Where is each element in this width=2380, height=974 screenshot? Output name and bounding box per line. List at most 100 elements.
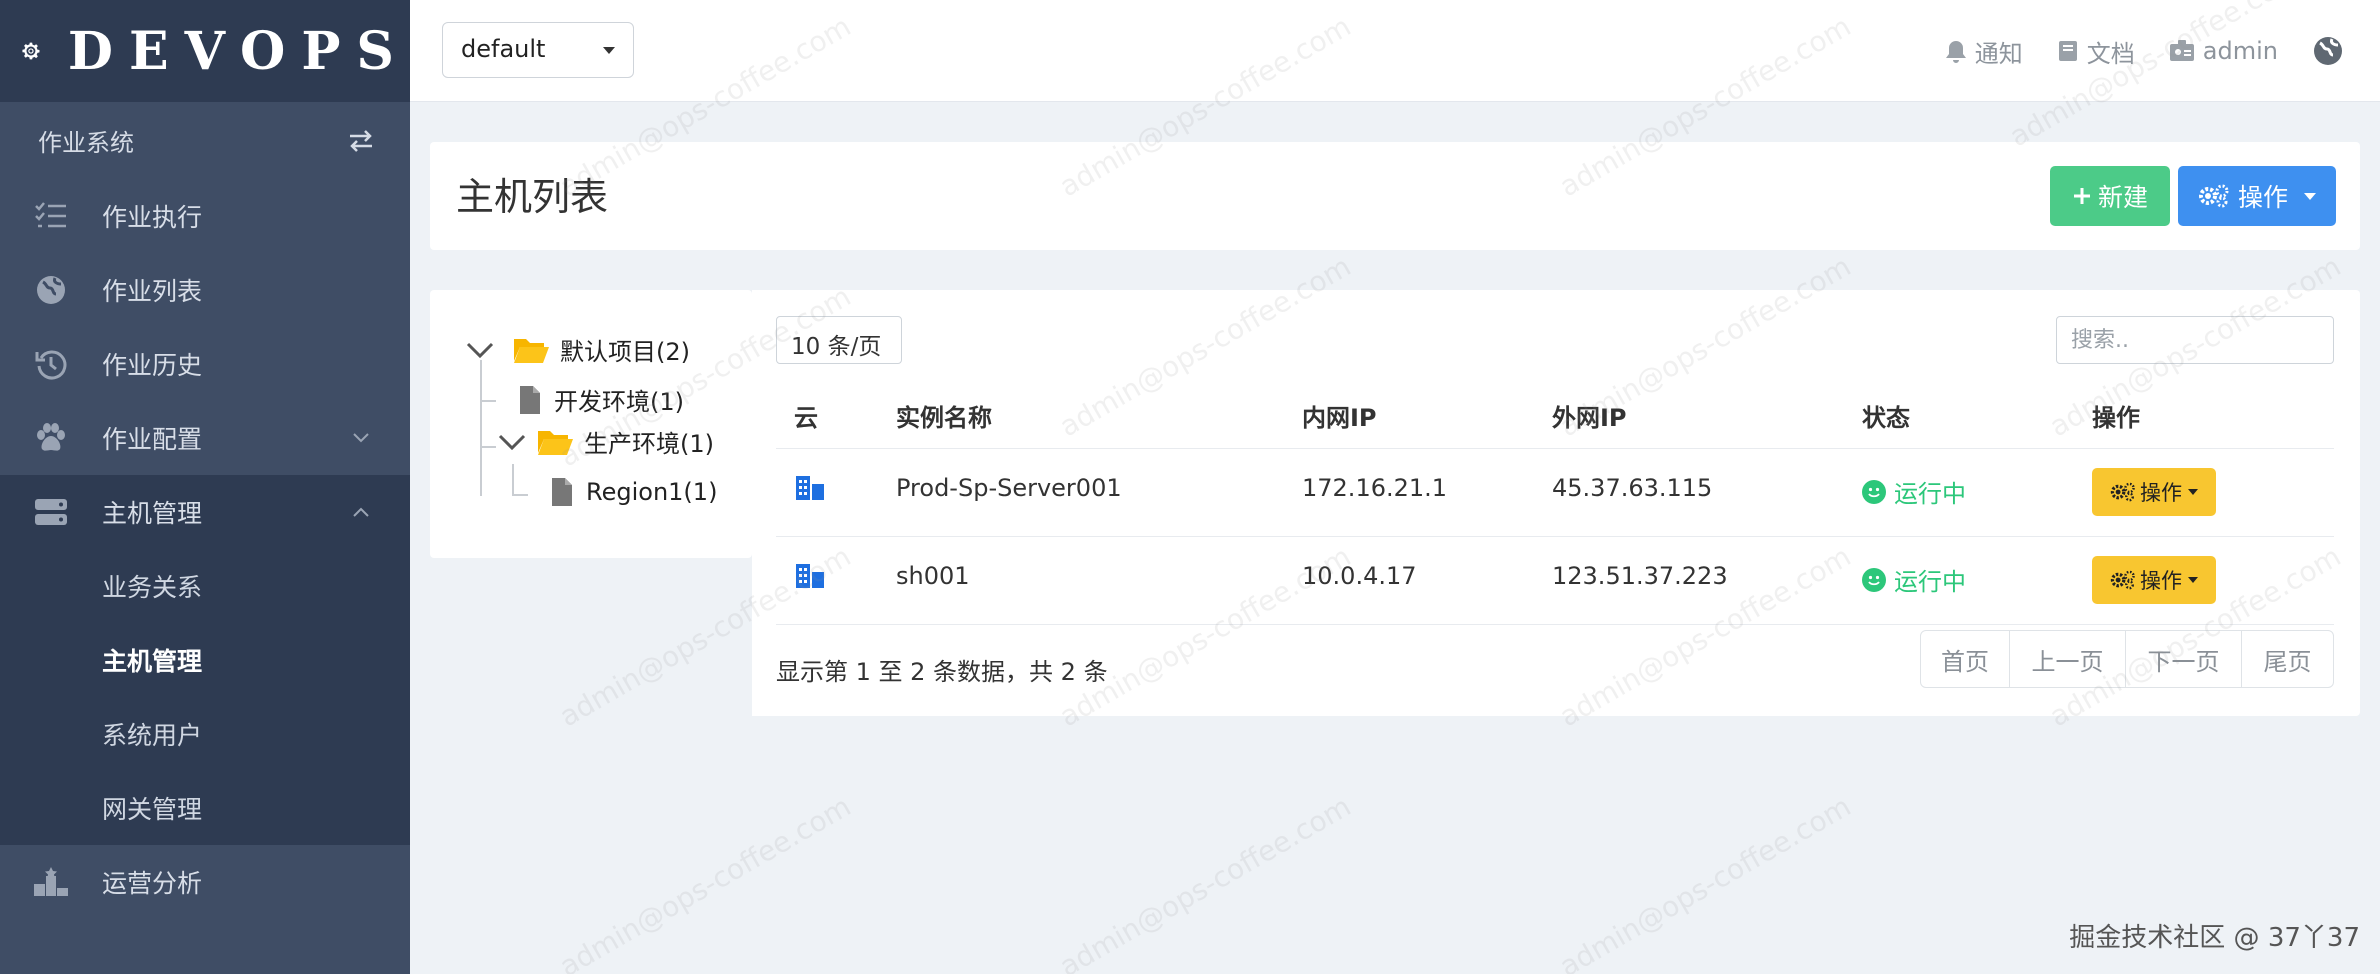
globe-icon bbox=[32, 273, 70, 307]
file-icon bbox=[520, 385, 540, 414]
user-menu[interactable]: admin bbox=[2169, 37, 2278, 65]
col-header-cloud: 云 bbox=[794, 404, 818, 432]
system-switcher[interactable]: 作业系统 bbox=[0, 102, 410, 179]
chevron-up-icon bbox=[353, 507, 369, 517]
pager-prev[interactable]: 上一页 bbox=[2009, 631, 2125, 687]
history-icon bbox=[32, 347, 70, 381]
page-header-card: 主机列表 新建 操作 bbox=[430, 142, 2360, 250]
chevron-down-icon bbox=[353, 433, 369, 443]
watermark: admin@ops-coffee.com bbox=[553, 789, 857, 974]
tree-guide bbox=[480, 360, 482, 496]
podium-icon bbox=[32, 865, 70, 899]
status-text: 运行中 bbox=[1894, 568, 1966, 596]
search-input[interactable] bbox=[2056, 316, 2334, 364]
top-header: default 通知 文档 admin bbox=[410, 0, 2380, 102]
user-name: admin bbox=[2202, 37, 2278, 65]
docs-label: 文档 bbox=[2086, 39, 2135, 68]
notify-link[interactable]: 通知 bbox=[1945, 34, 2023, 69]
sidebar-item-label: 主机管理 bbox=[102, 499, 203, 528]
smile-icon bbox=[1862, 567, 1886, 592]
cell-public-ip: 123.51.37.223 bbox=[1552, 562, 1728, 590]
sidebar-item-label: 作业执行 bbox=[102, 203, 203, 232]
book-icon bbox=[2058, 41, 2077, 61]
smile-icon bbox=[1862, 479, 1886, 504]
chevron-down-icon[interactable] bbox=[466, 341, 494, 359]
language-switch[interactable] bbox=[2312, 35, 2352, 67]
building-icon bbox=[796, 564, 824, 588]
gears-icon bbox=[2110, 482, 2135, 502]
globe-icon bbox=[2314, 37, 2342, 65]
sidebar-item-label: 作业配置 bbox=[102, 425, 203, 454]
env-select[interactable]: default bbox=[442, 22, 634, 78]
col-header-public-ip: 外网IP bbox=[1552, 404, 1627, 432]
row-action-button[interactable]: 操作 bbox=[2092, 556, 2216, 604]
table-summary: 显示第 1 至 2 条数据，共 2 条 bbox=[776, 658, 1108, 686]
caret-down-icon bbox=[2188, 489, 2198, 495]
cell-public-ip: 45.37.63.115 bbox=[1552, 474, 1713, 502]
sidebar-subitem-gateway[interactable]: 网关管理 bbox=[0, 771, 410, 845]
new-host-button[interactable]: 新建 bbox=[2050, 166, 2170, 226]
col-header-status: 状态 bbox=[1862, 404, 1910, 432]
env-select-value: default bbox=[461, 35, 546, 63]
tree-guide bbox=[512, 464, 514, 496]
tree-guide bbox=[480, 400, 496, 402]
row-divider bbox=[776, 536, 2334, 537]
sidebar-item-job-exec[interactable]: 作业执行 bbox=[0, 179, 410, 253]
pager-last[interactable]: 尾页 bbox=[2241, 631, 2333, 687]
watermark: admin@ops-coffee.com bbox=[1053, 789, 1357, 974]
sidebar-subitem-business[interactable]: 业务关系 bbox=[0, 549, 410, 623]
notify-label: 通知 bbox=[1974, 39, 2023, 68]
server-icon bbox=[32, 495, 70, 529]
cell-private-ip: 172.16.21.1 bbox=[1302, 474, 1448, 502]
page-size-select[interactable]: 10 条/页 bbox=[776, 316, 902, 364]
cell-instance-name: Prod-Sp-Server001 bbox=[896, 474, 1122, 502]
sidebar-item-job-history[interactable]: 作业历史 bbox=[0, 327, 410, 401]
row-action-label: 操作 bbox=[2140, 569, 2182, 593]
sidebar-item-job-list[interactable]: 作业列表 bbox=[0, 253, 410, 327]
switch-arrows-icon[interactable] bbox=[348, 129, 374, 153]
gear-logo-icon bbox=[22, 42, 40, 60]
sidebar-item-label: 作业列表 bbox=[102, 277, 203, 306]
chevron-down-icon[interactable] bbox=[498, 433, 526, 451]
sidebar-item-job-config[interactable]: 作业配置 bbox=[0, 401, 410, 475]
pager-first[interactable]: 首页 bbox=[1921, 631, 2009, 687]
page-title: 主机列表 bbox=[456, 175, 609, 219]
footer-credit: 掘金技术社区 @ 37丫37 bbox=[2069, 923, 2360, 953]
sidebar-item-analytics[interactable]: 运营分析 bbox=[0, 845, 410, 919]
tree-node-label: 开发环境(1) bbox=[554, 388, 684, 416]
status-badge: 运行中 bbox=[1862, 474, 1966, 509]
tree-guide bbox=[512, 494, 528, 496]
sidebar-subitem-system-user[interactable]: 系统用户 bbox=[0, 697, 410, 771]
cell-instance-name: sh001 bbox=[896, 562, 970, 590]
new-button-label: 新建 bbox=[2097, 183, 2148, 212]
watermark: admin@ops-coffee.com bbox=[1553, 789, 1857, 974]
col-header-actions: 操作 bbox=[2092, 404, 2140, 432]
sidebar: DEVOPS 作业系统 作业执行 作业列表 作业历史 作业配置 主机管理 业务关… bbox=[0, 0, 410, 974]
row-divider bbox=[776, 448, 2334, 449]
tree-node-label: 生产环境(1) bbox=[584, 430, 714, 458]
sidebar-item-label: 作业历史 bbox=[102, 351, 203, 380]
docs-link[interactable]: 文档 bbox=[2057, 34, 2135, 69]
sidebar-subitem-host-mgmt[interactable]: 主机管理 bbox=[0, 623, 410, 697]
col-header-name: 实例名称 bbox=[896, 404, 992, 432]
caret-down-icon bbox=[603, 47, 615, 54]
system-label: 作业系统 bbox=[38, 129, 134, 157]
gears-icon bbox=[2110, 570, 2135, 590]
task-list-icon bbox=[32, 199, 70, 233]
tree-node-default-project[interactable]: 默认项目(2) bbox=[466, 332, 690, 367]
status-badge: 运行中 bbox=[1862, 562, 1966, 597]
tree-node-region1[interactable]: Region1(1) bbox=[550, 476, 717, 508]
pager-next[interactable]: 下一页 bbox=[2125, 631, 2241, 687]
brand[interactable]: DEVOPS bbox=[0, 0, 410, 102]
tree-node-prod-env[interactable]: 生产环境(1) bbox=[498, 424, 714, 459]
operations-dropdown-button[interactable]: 操作 bbox=[2178, 166, 2336, 226]
tree-node-dev-env[interactable]: 开发环境(1) bbox=[518, 382, 684, 417]
status-text: 运行中 bbox=[1894, 480, 1966, 508]
brand-name: DEVOPS bbox=[67, 20, 410, 82]
row-action-label: 操作 bbox=[2140, 481, 2182, 505]
paw-icon bbox=[32, 421, 70, 455]
sidebar-item-host-mgmt[interactable]: 主机管理 bbox=[0, 475, 410, 549]
building-icon bbox=[796, 476, 824, 500]
tree-node-label: 默认项目(2) bbox=[560, 338, 690, 366]
row-action-button[interactable]: 操作 bbox=[2092, 468, 2216, 516]
